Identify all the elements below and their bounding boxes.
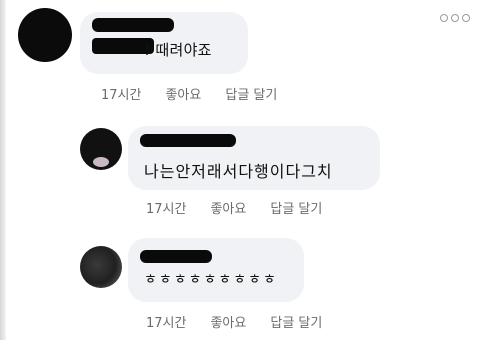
more-options-button[interactable] xyxy=(440,14,470,22)
reply-button[interactable]: 답글 달기 xyxy=(270,312,322,331)
comment-timestamp[interactable]: 17시간 xyxy=(101,84,141,103)
more-options-icon xyxy=(462,14,470,22)
reply-button[interactable]: 답글 달기 xyxy=(225,84,277,103)
like-button[interactable]: 좋아요 xyxy=(165,84,201,103)
comment-bubble: 나는안저래서다행이다그치 xyxy=(128,126,380,190)
comment-actions: 17시간 좋아요 답글 달기 xyxy=(146,312,322,331)
redacted-author-name[interactable] xyxy=(92,18,174,32)
comment-text: ! 때려야죠 xyxy=(144,41,212,59)
avatar[interactable] xyxy=(18,8,72,62)
comment-timestamp[interactable]: 17시간 xyxy=(146,198,186,217)
comment-actions: 17시간 좋아요 답글 달기 xyxy=(146,198,322,217)
like-button[interactable]: 좋아요 xyxy=(210,198,246,217)
redacted-author-name[interactable] xyxy=(140,134,236,147)
avatar[interactable] xyxy=(80,128,122,170)
avatar[interactable] xyxy=(80,246,122,288)
like-button[interactable]: 좋아요 xyxy=(210,312,246,331)
frame-edge xyxy=(0,0,6,340)
comment-bubble: ㅎㅎㅎㅎㅎㅎㅎㅎㅎ xyxy=(128,238,304,302)
more-options-icon xyxy=(451,14,459,22)
comment-bubble: ! 때려야죠 xyxy=(80,12,248,74)
comment-actions: 17시간 좋아요 답글 달기 xyxy=(101,84,277,103)
more-options-icon xyxy=(440,14,448,22)
comment-text: 나는안저래서다행이다그치 xyxy=(144,162,333,181)
reply-button[interactable]: 답글 달기 xyxy=(270,198,322,217)
comment-timestamp[interactable]: 17시간 xyxy=(146,312,186,331)
redacted-author-name[interactable] xyxy=(140,250,212,263)
comment-text: ㅎㅎㅎㅎㅎㅎㅎㅎㅎ xyxy=(144,272,278,288)
